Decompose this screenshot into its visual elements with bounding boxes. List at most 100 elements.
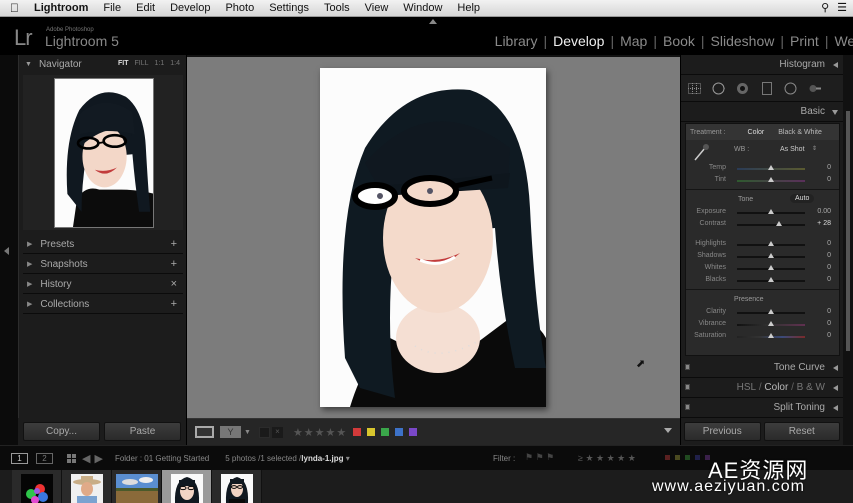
grid-view-icon[interactable]	[67, 453, 76, 463]
main-photo[interactable]	[320, 68, 546, 407]
radial-filter-icon[interactable]	[784, 82, 797, 95]
slider-knob[interactable]	[768, 209, 774, 214]
slider-value[interactable]: 0	[827, 240, 831, 247]
menu-app[interactable]: Lightroom	[34, 2, 88, 14]
notification-list-icon[interactable]: ☰	[837, 1, 847, 14]
secondary-display-button[interactable]: 2	[36, 452, 53, 464]
menu-view[interactable]: View	[365, 2, 389, 14]
navigator-header[interactable]: ▼ Navigator FIT FILL 1:1 1:4	[19, 55, 186, 74]
collapse-top-panel-icon[interactable]	[429, 19, 437, 24]
slider-clarity[interactable]: Clarity 0	[686, 306, 839, 318]
spot-removal-icon[interactable]	[712, 82, 725, 95]
hsl-tab[interactable]: HSL	[737, 382, 756, 393]
slider-knob[interactable]	[768, 309, 774, 314]
before-after-button[interactable]: Y	[220, 426, 241, 438]
photo-count[interactable]: 5 photos /1 selected /lynda-1.jpg ▾	[225, 454, 350, 463]
spotlight-search-icon[interactable]: ⚲	[821, 1, 829, 14]
left-panel-edge[interactable]	[0, 55, 18, 445]
collections-panel-header[interactable]: ▶ Collections +	[23, 295, 183, 314]
slider-highlights[interactable]: Highlights 0	[686, 238, 839, 250]
star-rating[interactable]: ★★★★★	[293, 426, 347, 439]
crop-overlay-icon[interactable]	[688, 82, 701, 95]
slider-knob[interactable]	[768, 165, 774, 170]
color-label-red[interactable]	[353, 428, 362, 436]
add-snapshot-button[interactable]: +	[171, 258, 177, 270]
color-label-blue[interactable]	[395, 428, 404, 436]
zoom-fill[interactable]: FILL	[135, 60, 149, 67]
snapshots-panel-header[interactable]: ▶ Snapshots +	[23, 255, 183, 274]
menu-help[interactable]: Help	[457, 2, 480, 14]
wb-preset-select[interactable]: As Shot	[780, 146, 805, 153]
hsl-panel-header[interactable]: HSL / Color / B & W	[681, 378, 843, 398]
filter-rating-stars[interactable]: ≥ ★ ★ ★ ★ ★	[578, 453, 636, 464]
wb-select-arrows-icon[interactable]: ⇕	[812, 145, 817, 152]
presets-panel-header[interactable]: ▶ Presets +	[23, 235, 183, 254]
slider-temp[interactable]: Temp 0	[686, 162, 839, 174]
slider-whites[interactable]: Whites 0	[686, 262, 839, 274]
slider-value[interactable]: 0	[827, 264, 831, 271]
bw-tab[interactable]: B & W	[797, 382, 825, 393]
before-after-dropdown-icon[interactable]: ▼	[244, 429, 251, 436]
module-library[interactable]: Library	[489, 33, 544, 49]
red-eye-correction-icon[interactable]	[736, 82, 749, 95]
menu-window[interactable]: Window	[403, 2, 442, 14]
slider-knob[interactable]	[768, 321, 774, 326]
module-web[interactable]: Web	[828, 33, 853, 49]
filmstrip-thumbnail[interactable]	[212, 470, 262, 503]
color-label-green[interactable]	[381, 428, 390, 436]
copy-button[interactable]: Copy...	[23, 422, 100, 441]
module-map[interactable]: Map	[614, 33, 653, 49]
filter-flag-icons[interactable]: ⚑ ⚑ ⚑	[525, 452, 554, 463]
zoom-1-1[interactable]: 1:1	[155, 60, 165, 67]
graduated-filter-icon[interactable]	[760, 81, 773, 95]
flag-pick-icon[interactable]	[258, 426, 270, 438]
module-develop[interactable]: Develop	[547, 33, 610, 49]
slider-knob[interactable]	[768, 277, 774, 282]
folder-source[interactable]: Folder : 01 Getting Started	[115, 454, 209, 463]
slider-track[interactable]	[737, 224, 805, 226]
filmstrip-thumbnail[interactable]	[112, 470, 162, 503]
slider-value[interactable]: 0	[827, 252, 831, 259]
primary-display-button[interactable]: 1	[11, 452, 28, 464]
clear-history-button[interactable]: ×	[171, 278, 177, 290]
treatment-bw-button[interactable]: Black & White	[778, 129, 822, 136]
adjustment-brush-icon[interactable]	[808, 82, 821, 95]
slider-value[interactable]: + 28	[817, 220, 831, 227]
reset-button[interactable]: Reset	[763, 422, 840, 441]
slider-knob[interactable]	[768, 177, 774, 182]
panel-toggle-switch[interactable]	[685, 404, 690, 410]
menu-photo[interactable]: Photo	[225, 2, 254, 14]
histogram-panel-header[interactable]: Histogram	[681, 55, 843, 75]
filmstrip-thumbnail[interactable]	[62, 470, 112, 503]
apple-icon[interactable]: 	[10, 1, 24, 15]
slider-contrast[interactable]: Contrast + 28	[686, 218, 839, 230]
color-tab[interactable]: Color	[764, 382, 788, 393]
slider-blacks[interactable]: Blacks 0	[686, 274, 839, 286]
navigator-thumbnail[interactable]	[54, 78, 154, 228]
filmstrip-thumbnail-selected[interactable]	[162, 470, 212, 503]
basic-panel-header[interactable]: Basic	[681, 102, 843, 122]
slider-vibrance[interactable]: Vibrance 0	[686, 318, 839, 330]
slider-knob[interactable]	[768, 241, 774, 246]
previous-button[interactable]: Previous	[684, 422, 761, 441]
slider-saturation[interactable]: Saturation 0	[686, 330, 839, 342]
module-book[interactable]: Book	[657, 33, 701, 49]
scrollbar-thumb[interactable]	[846, 111, 850, 351]
slider-value[interactable]: 0	[827, 332, 831, 339]
zoom-1-4[interactable]: 1:4	[170, 60, 180, 67]
menu-edit[interactable]: Edit	[136, 2, 155, 14]
menu-develop[interactable]: Develop	[170, 2, 210, 14]
loupe-view-button[interactable]	[195, 426, 214, 438]
filter-color-labels[interactable]	[665, 455, 710, 460]
image-canvas[interactable]: ⬈	[187, 55, 680, 418]
right-panel-scrollbar[interactable]	[843, 55, 853, 445]
slider-value[interactable]: 0	[827, 320, 831, 327]
slider-exposure[interactable]: Exposure 0.00	[686, 206, 839, 218]
forward-arrow-icon[interactable]: ▶	[94, 452, 102, 465]
slider-value[interactable]: 0	[827, 308, 831, 315]
zoom-fit[interactable]: FIT	[118, 60, 129, 67]
slider-knob[interactable]	[768, 253, 774, 258]
wb-eyedropper-icon[interactable]	[692, 142, 710, 162]
color-label-purple[interactable]	[409, 428, 418, 436]
slider-shadows[interactable]: Shadows 0	[686, 250, 839, 262]
